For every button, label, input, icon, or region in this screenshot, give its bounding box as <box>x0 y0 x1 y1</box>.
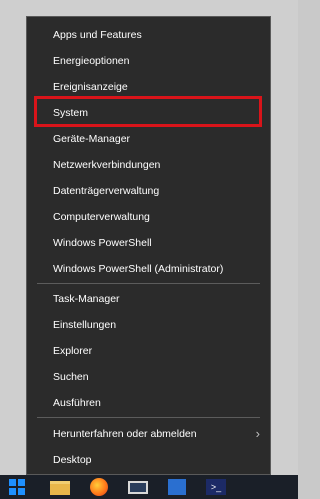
menu-item-computerverwaltung[interactable]: Computerverwaltung <box>27 204 270 230</box>
menu-item-desktop[interactable]: Desktop <box>27 447 270 473</box>
firefox-icon[interactable] <box>90 478 108 496</box>
powershell-icon[interactable]: >_ <box>206 479 226 495</box>
menu-item-energieoptionen[interactable]: Energieoptionen <box>27 48 270 74</box>
menu-separator <box>37 417 260 418</box>
menu-item-netzwerkverbindungen[interactable]: Netzwerkverbindungen <box>27 152 270 178</box>
menu-item-windows-powershell[interactable]: Windows PowerShell <box>27 230 270 256</box>
menu-item-explorer[interactable]: Explorer <box>27 338 270 364</box>
windows-start-icon[interactable] <box>9 479 29 497</box>
menu-item-datentraegerverwaltung[interactable]: Datenträgerverwaltung <box>27 178 270 204</box>
file-explorer-icon[interactable] <box>50 481 70 495</box>
menu-separator <box>37 283 260 284</box>
menu-item-apps-und-features[interactable]: Apps und Features <box>27 22 270 48</box>
menu-item-herunterfahren[interactable]: Herunterfahren oder abmelden › <box>27 421 270 447</box>
menu-item-suchen[interactable]: Suchen <box>27 364 270 390</box>
menu-item-windows-powershell-admin[interactable]: Windows PowerShell (Administrator) <box>27 256 270 282</box>
taskbar: >_ <box>0 475 298 499</box>
highlight-box-system <box>34 96 262 127</box>
desktop-screen: Apps und Features Energieoptionen Ereign… <box>0 0 298 499</box>
menu-item-label: Herunterfahren oder abmelden <box>53 428 197 440</box>
menu-item-task-manager[interactable]: Task-Manager <box>27 286 270 312</box>
winx-context-menu: Apps und Features Energieoptionen Ereign… <box>26 16 271 475</box>
monitor-icon[interactable] <box>128 481 148 494</box>
menu-item-geraete-manager[interactable]: Geräte-Manager <box>27 126 270 152</box>
menu-item-ausfuehren[interactable]: Ausführen <box>27 390 270 416</box>
chevron-right-icon: › <box>255 426 260 441</box>
blue-app-icon[interactable] <box>168 479 186 495</box>
menu-item-einstellungen[interactable]: Einstellungen <box>27 312 270 338</box>
